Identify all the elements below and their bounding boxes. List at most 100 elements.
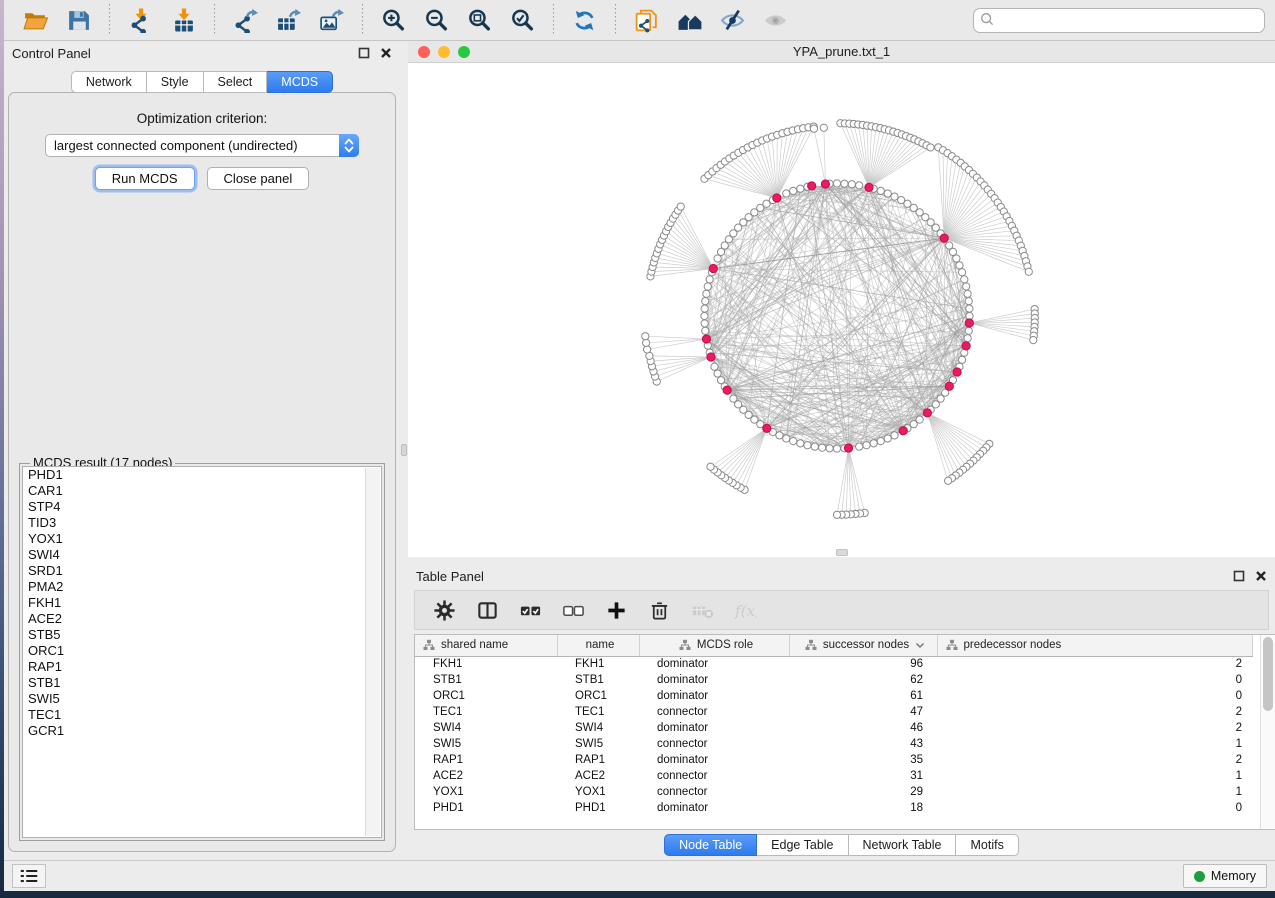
table-row[interactable]: RAP1RAP1dominator352 (415, 752, 1252, 768)
vertical-splitter[interactable] (400, 41, 408, 860)
first-neighbors-button[interactable] (668, 6, 711, 35)
mcds-result-item[interactable]: RAP1 (23, 659, 381, 675)
table-row[interactable]: FKH1FKH1dominator962 (415, 656, 1252, 672)
column-header-successor-nodes[interactable]: successor nodes (789, 635, 937, 656)
import-table-button[interactable] (162, 6, 205, 35)
mcds-result-item[interactable]: TEC1 (23, 707, 381, 723)
zoom-in-icon (381, 8, 406, 33)
float-table-panel-icon[interactable] (1233, 570, 1245, 582)
delete-columns-button[interactable] (640, 597, 679, 624)
select-all-button[interactable] (511, 597, 550, 624)
add-column-button[interactable] (597, 597, 636, 624)
cell-predecessor_nodes: 2 (937, 704, 1252, 720)
sort-desc-icon (915, 642, 925, 649)
table-row[interactable]: PHD1PHD1dominator180 (415, 800, 1252, 816)
hide-selected-button[interactable] (711, 6, 754, 35)
mcds-result-item[interactable]: YOX1 (23, 531, 381, 547)
mcds-result-item[interactable]: PMA2 (23, 579, 381, 595)
tab-network-table[interactable]: Network Table (849, 834, 957, 856)
table-row[interactable]: ORC1ORC1dominator610 (415, 688, 1252, 704)
delete-table-icon (691, 599, 714, 622)
tab-edge-table[interactable]: Edge Table (757, 834, 848, 856)
automation-panel-button[interactable] (12, 864, 46, 888)
save-session-button[interactable] (57, 6, 100, 35)
tab-node-table[interactable]: Node Table (664, 834, 757, 856)
column-header-shared-name[interactable]: shared name (415, 635, 557, 656)
show-all-button[interactable] (754, 6, 797, 35)
mcds-result-item[interactable]: TID3 (23, 515, 381, 531)
network-title: YPA_prune.txt_1 (793, 44, 890, 59)
vertical-splitter-grip[interactable] (401, 444, 407, 456)
table-row[interactable]: SWI5SWI5connector431 (415, 736, 1252, 752)
mcds-result-item[interactable]: SRD1 (23, 563, 381, 579)
column-header-predecessor-nodes[interactable]: predecessor nodes (937, 635, 1252, 656)
network-splitter-grip[interactable] (836, 549, 848, 556)
zoom-out-button[interactable] (415, 6, 458, 35)
close-table-panel-icon[interactable] (1255, 570, 1267, 582)
table-scrollbar-thumb[interactable] (1263, 637, 1273, 711)
zoom-out-icon (424, 8, 449, 33)
export-table-icon (276, 8, 301, 33)
refresh-button[interactable] (563, 6, 606, 35)
select-stepper-icon (339, 134, 359, 157)
tab-mcds[interactable]: MCDS (267, 71, 333, 93)
horizontal-splitter[interactable] (408, 557, 1275, 564)
memory-button[interactable]: Memory (1183, 864, 1267, 888)
cell-predecessor_nodes: 2 (937, 656, 1252, 672)
table-row[interactable]: STB1STB1dominator620 (415, 672, 1252, 688)
zoom-selected-button[interactable] (501, 6, 544, 35)
mcds-result-item[interactable]: ORC1 (23, 643, 381, 659)
mcds-result-item[interactable]: SWI4 (23, 547, 381, 563)
refresh-icon (572, 8, 597, 33)
mcds-result-item[interactable]: STB5 (23, 627, 381, 643)
table-options-gear-button[interactable] (425, 597, 464, 624)
table-row[interactable]: YOX1YOX1connector291 (415, 784, 1252, 800)
mcds-result-item[interactable]: STP4 (23, 499, 381, 515)
close-panel-button[interactable]: Close panel (207, 167, 310, 190)
table-row[interactable]: ACE2ACE2connector311 (415, 768, 1252, 784)
run-mcds-button[interactable]: Run MCDS (95, 167, 195, 190)
clone-network-button[interactable] (625, 6, 668, 35)
close-window-icon[interactable] (418, 46, 430, 58)
mcds-result-item[interactable]: CAR1 (23, 483, 381, 499)
mcds-result-item[interactable]: PHD1 (23, 467, 381, 483)
table-scrollbar[interactable] (1260, 635, 1275, 829)
mcds-result-item[interactable]: ACE2 (23, 611, 381, 627)
mcds-result-item[interactable]: SWI5 (23, 691, 381, 707)
mcds-result-item[interactable]: FKH1 (23, 595, 381, 611)
tab-style[interactable]: Style (147, 71, 204, 93)
deselect-all-button[interactable] (554, 597, 593, 624)
tab-select[interactable]: Select (204, 71, 268, 93)
export-network-button[interactable] (224, 6, 267, 35)
table-row[interactable]: SWI4SWI4dominator462 (415, 720, 1252, 736)
import-network-button[interactable] (119, 6, 162, 35)
choose-columns-button[interactable] (468, 597, 507, 624)
table-row[interactable]: TEC1TEC1connector472 (415, 704, 1252, 720)
search-input[interactable] (973, 8, 1265, 33)
float-panel-icon[interactable] (358, 47, 370, 59)
zoom-in-button[interactable] (372, 6, 415, 35)
network-canvas[interactable] (408, 63, 1275, 557)
open-file-button[interactable] (14, 6, 57, 35)
cell-predecessor_nodes: 0 (937, 672, 1252, 688)
optimization-criterion-select[interactable]: largest connected component (undirected) (45, 134, 359, 157)
cell-predecessor_nodes: 1 (937, 736, 1252, 752)
maximize-window-icon[interactable] (458, 46, 470, 58)
delete-table-button[interactable] (683, 597, 722, 624)
mcds-result-item[interactable]: STB1 (23, 675, 381, 691)
cell-predecessor_nodes: 1 (937, 784, 1252, 800)
zoom-fit-button[interactable] (458, 6, 501, 35)
mcds-result-item[interactable]: GCR1 (23, 723, 381, 739)
cell-successor_nodes: 18 (789, 800, 937, 816)
export-image-button[interactable] (310, 6, 353, 35)
tab-motifs[interactable]: Motifs (956, 834, 1018, 856)
export-table-button[interactable] (267, 6, 310, 35)
column-header-MCDS-role[interactable]: MCDS role (639, 635, 789, 656)
close-panel-icon[interactable] (380, 47, 392, 59)
minimize-window-icon[interactable] (438, 46, 450, 58)
column-header-name[interactable]: name (557, 635, 639, 656)
mcds-list-scrollbar[interactable] (365, 468, 380, 836)
mcds-result-list: PHD1CAR1STP4TID3YOX1SWI4SRD1PMA2FKH1ACE2… (22, 466, 382, 838)
function-builder-button[interactable]: f(x) (726, 597, 765, 624)
tab-network[interactable]: Network (71, 71, 147, 93)
